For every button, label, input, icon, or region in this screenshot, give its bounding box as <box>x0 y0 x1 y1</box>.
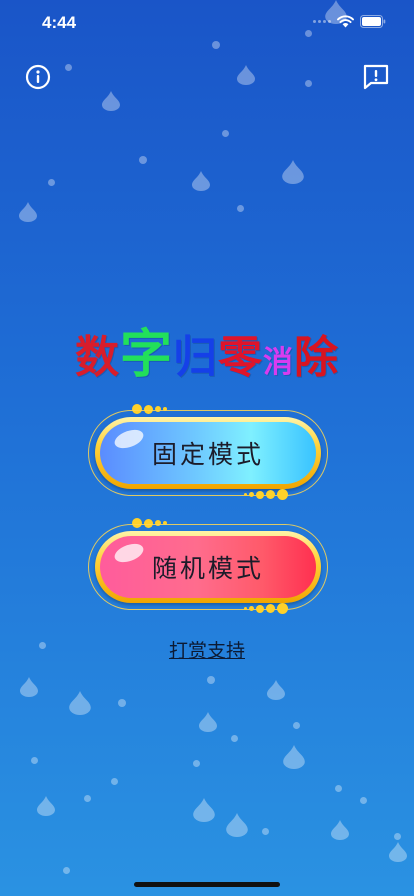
feedback-icon <box>363 64 389 90</box>
support-link[interactable]: 打赏支持 <box>0 636 414 663</box>
gold-dots-decoration <box>244 489 288 500</box>
gold-dots-decoration <box>244 603 288 614</box>
title-char-2: 字 <box>119 324 173 385</box>
random-mode-label: 随机模式 <box>151 554 264 583</box>
title-char-5: 消 <box>263 345 294 380</box>
status-icons <box>313 15 386 28</box>
info-button[interactable] <box>23 62 53 92</box>
info-icon <box>25 64 51 90</box>
title-char-6: 除 <box>294 332 339 383</box>
title-char-4: 零 <box>218 332 263 383</box>
status-bar: 4:44 <box>0 0 414 44</box>
title-char-3: 归 <box>173 332 218 383</box>
fixed-mode-button[interactable]: 固定模式 <box>88 404 328 500</box>
fixed-mode-label: 固定模式 <box>151 440 264 469</box>
random-mode-button[interactable]: 随机模式 <box>88 518 328 614</box>
status-time: 4:44 <box>42 13 77 32</box>
home-indicator[interactable] <box>134 882 280 887</box>
game-title: 数字归零消除 <box>0 312 414 387</box>
feedback-button[interactable] <box>361 62 391 92</box>
title-char-1: 数 <box>74 332 120 383</box>
battery-icon <box>360 15 386 28</box>
